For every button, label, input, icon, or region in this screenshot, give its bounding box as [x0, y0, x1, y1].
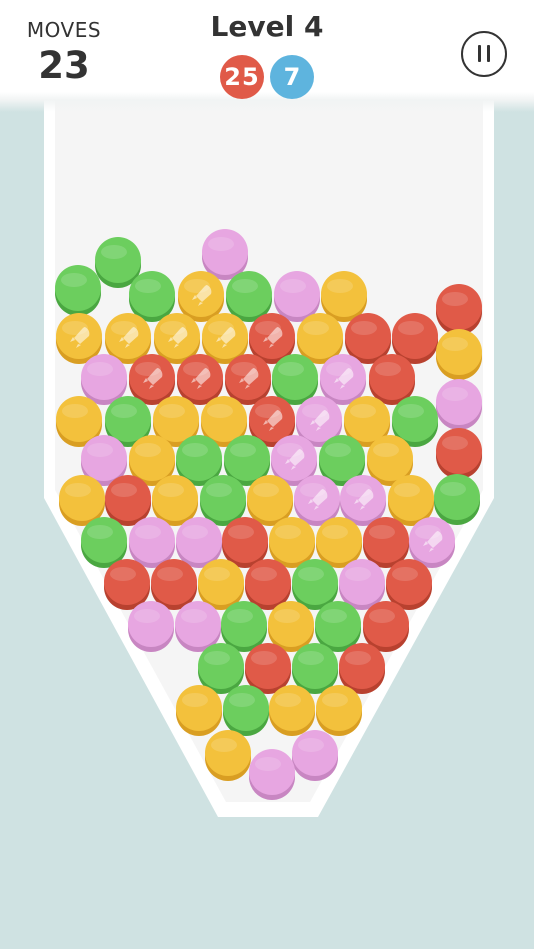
ball-yellow[interactable] [316, 685, 362, 736]
ball-pink-rocket[interactable] [320, 354, 366, 405]
ball-pink[interactable] [128, 601, 174, 652]
ball-green[interactable] [55, 265, 101, 316]
goal-red-count: 25 [220, 55, 264, 99]
pause-button[interactable] [461, 31, 507, 77]
ball-red-rocket[interactable] [225, 354, 271, 405]
ball-green[interactable] [223, 685, 269, 736]
ball-red-rocket[interactable] [129, 354, 175, 405]
ball-pink[interactable] [292, 730, 338, 781]
ball-red[interactable] [436, 284, 482, 335]
ball-red-rocket[interactable] [177, 354, 223, 405]
ball-yellow[interactable] [205, 730, 251, 781]
goal-blue-count: 7 [270, 55, 314, 99]
pause-icon [478, 45, 481, 62]
ball-pink[interactable] [339, 559, 385, 610]
ball-red[interactable] [105, 475, 151, 526]
ball-yellow[interactable] [321, 271, 367, 322]
game-board [44, 90, 494, 817]
ball-yellow[interactable] [176, 685, 222, 736]
ball-green[interactable] [129, 271, 175, 322]
ball-yellow[interactable] [436, 329, 482, 380]
top-bar: MOVES 23 Level 4 25 7 [0, 0, 534, 112]
ball-red[interactable] [436, 428, 482, 479]
pause-icon-bar [487, 45, 490, 62]
ball-pink[interactable] [436, 379, 482, 430]
ball-pink[interactable] [81, 354, 127, 405]
ball-red[interactable] [104, 559, 150, 610]
ball-pink[interactable] [202, 229, 248, 280]
ball-red[interactable] [363, 601, 409, 652]
level-title: Level 4 [210, 10, 324, 43]
ball-yellow-rocket[interactable] [178, 271, 224, 322]
moves-label: MOVES [26, 18, 102, 42]
ball-pink[interactable] [249, 749, 295, 800]
ball-yellow[interactable] [269, 685, 315, 736]
moves-counter: 23 [38, 44, 90, 87]
ball-green[interactable] [434, 474, 480, 525]
